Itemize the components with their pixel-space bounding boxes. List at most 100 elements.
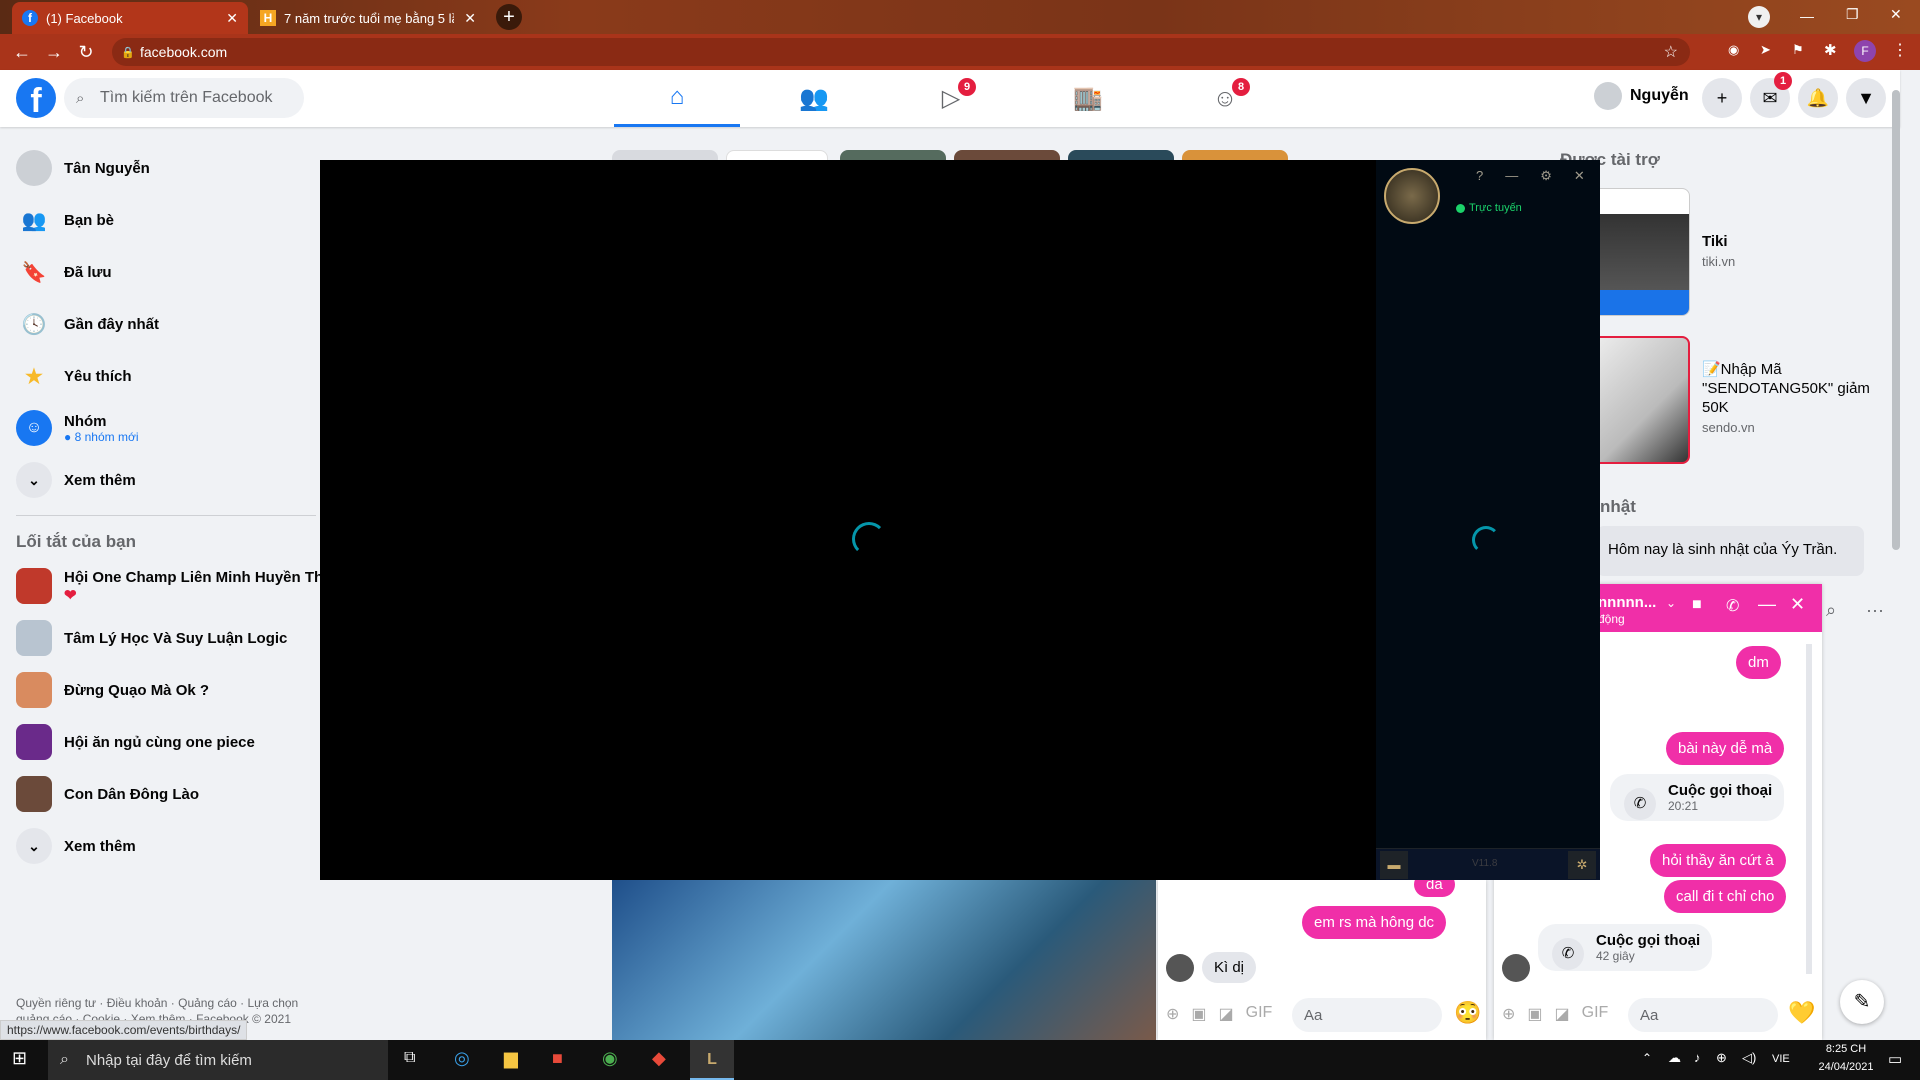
task-view-icon[interactable]: ⧉: [404, 1049, 415, 1067]
facebook-search-input[interactable]: ⌕ Tìm kiếm trên Facebook: [64, 78, 304, 118]
messenger-button[interactable]: ✉ 1: [1750, 72, 1792, 118]
minimize-icon[interactable]: —: [1505, 168, 1518, 184]
taskbar-search-input[interactable]: ⌕ Nhập tại đây để tìm kiếm: [48, 1040, 388, 1080]
heart-emoji-icon[interactable]: 💛: [1788, 1000, 1815, 1026]
ad-title[interactable]: Tiki: [1702, 233, 1728, 250]
clock-date[interactable]: 24/04/2021: [1808, 1061, 1884, 1073]
sidebar-item-favorites[interactable]: ★ Yêu thích: [16, 358, 131, 394]
extension-icon[interactable]: ◉: [1728, 42, 1739, 58]
notification-center-icon[interactable]: ▭: [1888, 1050, 1902, 1068]
chat-icon[interactable]: ▬: [1380, 851, 1408, 879]
chat-scrollbar[interactable]: [1806, 644, 1812, 974]
sidebar-item-saved[interactable]: 🔖 Đã lưu: [16, 254, 112, 290]
bug-report-icon[interactable]: ✲: [1568, 851, 1596, 879]
shortcut-item[interactable]: Con Dân Đông Lào: [16, 776, 199, 812]
league-client-icon[interactable]: L: [690, 1040, 734, 1080]
reload-icon[interactable]: ↻: [72, 42, 100, 63]
video-call-icon[interactable]: ■: [1692, 596, 1702, 614]
sidebar-item-profile[interactable]: Tân Nguyễn: [16, 150, 150, 186]
menu-kebab-icon[interactable]: ⋮: [1892, 40, 1908, 60]
nav-groups[interactable]: ☺ 8: [1162, 70, 1288, 127]
clock-time[interactable]: 8:25 CH: [1808, 1043, 1884, 1055]
windows-start-icon[interactable]: ⊞: [12, 1048, 27, 1069]
extensions-puzzle-icon[interactable]: ✱: [1824, 41, 1837, 59]
chrome-icon[interactable]: ◉: [602, 1048, 618, 1069]
shortcut-item[interactable]: Hội One Champ Liên Minh Huyền Thoại ❤: [16, 568, 320, 604]
facebook-logo-icon[interactable]: f: [16, 78, 56, 120]
sticker-icon[interactable]: ◪: [1219, 1004, 1234, 1024]
create-button[interactable]: +: [1702, 78, 1742, 118]
chevron-down-icon[interactable]: ⌄: [1666, 596, 1676, 610]
ad-image-sendo[interactable]: [1590, 336, 1690, 464]
file-explorer-icon[interactable]: ▆: [504, 1048, 518, 1069]
close-tab-icon[interactable]: ✕: [226, 10, 238, 27]
plus-circle-icon[interactable]: ⊕: [1166, 1004, 1179, 1024]
shortcut-item[interactable]: Hội ăn ngủ cùng one piece: [16, 724, 255, 760]
tab-hoidap[interactable]: H 7 năm trước tuổi mẹ bằng 5 lần t ✕: [250, 2, 486, 34]
emoji-icon[interactable]: 😳: [1454, 1000, 1481, 1026]
forward-icon[interactable]: →: [40, 42, 68, 63]
nav-home[interactable]: ⌂: [614, 70, 740, 127]
bookmark-star-icon[interactable]: ☆: [1664, 42, 1678, 62]
show-hidden-icons-icon[interactable]: ⌃: [1642, 1051, 1652, 1065]
close-icon[interactable]: ✕: [1574, 168, 1585, 184]
close-window-icon[interactable]: ✕: [1890, 6, 1902, 23]
scrollbar[interactable]: [1892, 90, 1900, 550]
help-icon[interactable]: ?: [1476, 168, 1483, 184]
notifications-button[interactable]: 🔔: [1798, 78, 1838, 118]
account-menu-button[interactable]: ▼: [1846, 78, 1886, 118]
birthday-card[interactable]: Hôm nay là sinh nhật của Ýy Trần.: [1596, 526, 1864, 576]
new-tab-button[interactable]: +: [496, 4, 522, 30]
nav-watch[interactable]: ▷ 9: [888, 70, 1014, 127]
chat-input[interactable]: Aa: [1628, 998, 1778, 1032]
ad-title[interactable]: 📝Nhập Mã "SENDOTANG50K" giảm 50K: [1702, 360, 1882, 417]
back-icon[interactable]: ←: [8, 42, 36, 63]
nav-friends[interactable]: 👥: [751, 70, 877, 127]
tab-search-icon[interactable]: ▾: [1748, 6, 1770, 28]
more-options-icon[interactable]: ···: [1866, 600, 1884, 621]
edge-icon[interactable]: ◎: [454, 1048, 470, 1069]
volume-icon[interactable]: ◁): [1742, 1050, 1756, 1066]
close-chat-icon[interactable]: ✕: [1790, 594, 1805, 615]
tab-facebook[interactable]: f (1) Facebook ✕: [12, 2, 248, 34]
profile-link[interactable]: Nguyễn: [1594, 82, 1689, 110]
profile-icon[interactable]: [1384, 168, 1440, 224]
search-contacts-icon[interactable]: ⌕: [1826, 600, 1836, 621]
settings-gear-icon[interactable]: ⚙: [1540, 168, 1552, 184]
call-card[interactable]: ✆ Cuộc gọi thoại 42 giây: [1538, 924, 1713, 971]
close-tab-icon[interactable]: ✕: [464, 10, 476, 27]
sidebar-item-recent[interactable]: 🕓 Gần đây nhất: [16, 306, 159, 342]
extension-cursor-icon[interactable]: ➤: [1760, 42, 1771, 58]
image-icon[interactable]: ▣: [1527, 1004, 1542, 1024]
shortcuts-see-more[interactable]: ⌄ Xem thêm: [16, 828, 136, 864]
image-icon[interactable]: ▣: [1191, 1004, 1206, 1024]
call-card[interactable]: ✆ Cuộc gọi thoại 20:21: [1610, 774, 1785, 821]
profile-avatar[interactable]: F: [1854, 40, 1876, 62]
garena-icon[interactable]: ◆: [652, 1048, 666, 1069]
language-indicator[interactable]: VIE: [1772, 1053, 1790, 1065]
new-message-button[interactable]: ✎: [1840, 980, 1884, 1024]
sidebar-see-more[interactable]: ⌄ Xem thêm: [16, 462, 136, 498]
extension-flag-icon[interactable]: ⚑: [1792, 42, 1804, 58]
nav-marketplace[interactable]: 🏬: [1025, 70, 1151, 127]
network-icon[interactable]: ☁: [1668, 1050, 1681, 1066]
app-icon[interactable]: ■: [552, 1048, 563, 1069]
address-bar[interactable]: 🔒 facebook.com ☆: [112, 38, 1690, 66]
sidebar-item-friends[interactable]: 👥 Bạn bè: [16, 202, 114, 238]
ad-image-tiki[interactable]: [1590, 188, 1690, 316]
plus-circle-icon[interactable]: ⊕: [1502, 1004, 1515, 1024]
post-image[interactable]: [612, 880, 1156, 1040]
gif-icon[interactable]: GIF: [1582, 1004, 1609, 1024]
chat-input[interactable]: Aa: [1292, 998, 1442, 1032]
sidebar-item-groups[interactable]: ☺ Nhóm ● 8 nhóm mới: [16, 410, 138, 446]
sticker-icon[interactable]: ◪: [1555, 1004, 1570, 1024]
phone-icon[interactable]: ✆: [1726, 596, 1739, 616]
globe-icon[interactable]: ⊕: [1716, 1050, 1727, 1066]
shortcut-item[interactable]: Đừng Quạo Mà Ok ?: [16, 672, 209, 708]
gif-icon[interactable]: GIF: [1246, 1004, 1273, 1024]
minimize-window-icon[interactable]: —: [1800, 8, 1814, 24]
maximize-window-icon[interactable]: ❐: [1846, 6, 1859, 23]
shortcut-item[interactable]: Tâm Lý Học Và Suy Luận Logic: [16, 620, 287, 656]
minimize-chat-icon[interactable]: —: [1758, 594, 1776, 615]
microphone-icon[interactable]: ♪: [1694, 1050, 1701, 1065]
